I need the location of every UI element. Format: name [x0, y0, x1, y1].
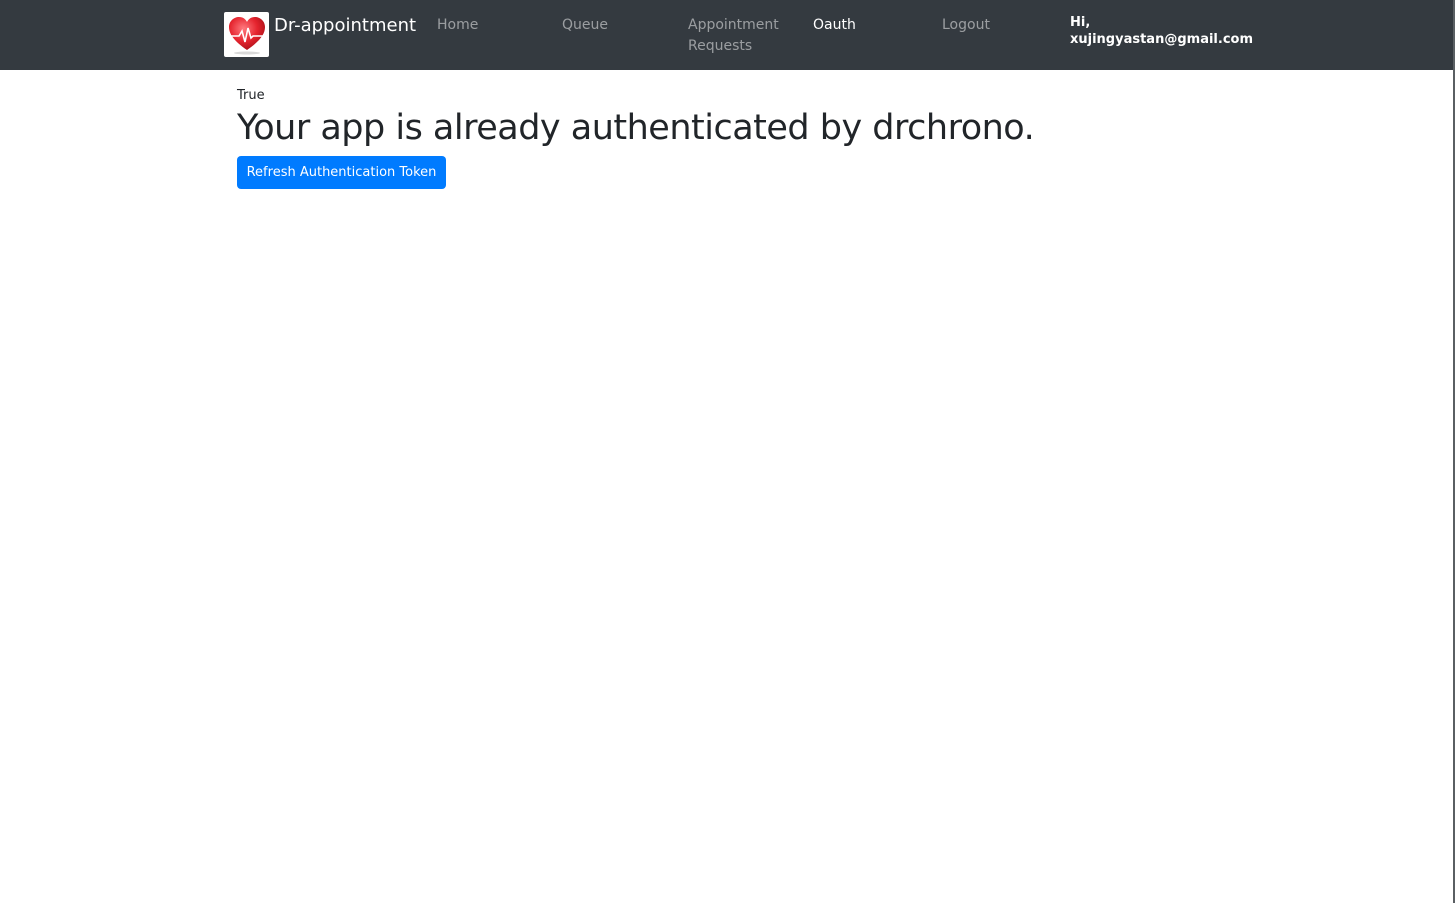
brand[interactable]: Dr-appointment [224, 12, 416, 57]
heart-ecg-icon [224, 12, 269, 57]
nav-oauth[interactable]: Oauth [813, 15, 856, 36]
refresh-token-button[interactable]: Refresh Authentication Token [237, 156, 446, 189]
page-title: Your app is already authenticated by drc… [237, 108, 1035, 148]
nav-home[interactable]: Home [437, 15, 478, 36]
brand-name: Dr-appointment [274, 15, 417, 36]
nav-queue[interactable]: Queue [562, 15, 608, 36]
nav-appointment-requests[interactable]: Appointment Requests [688, 15, 788, 57]
auth-status-text: True [237, 88, 265, 103]
user-greeting: Hi, xujingyastan@gmail.com [1070, 15, 1253, 47]
nav-logout[interactable]: Logout [942, 15, 990, 36]
top-navbar: Dr-appointment Home Queue Appointment Re… [0, 0, 1453, 70]
